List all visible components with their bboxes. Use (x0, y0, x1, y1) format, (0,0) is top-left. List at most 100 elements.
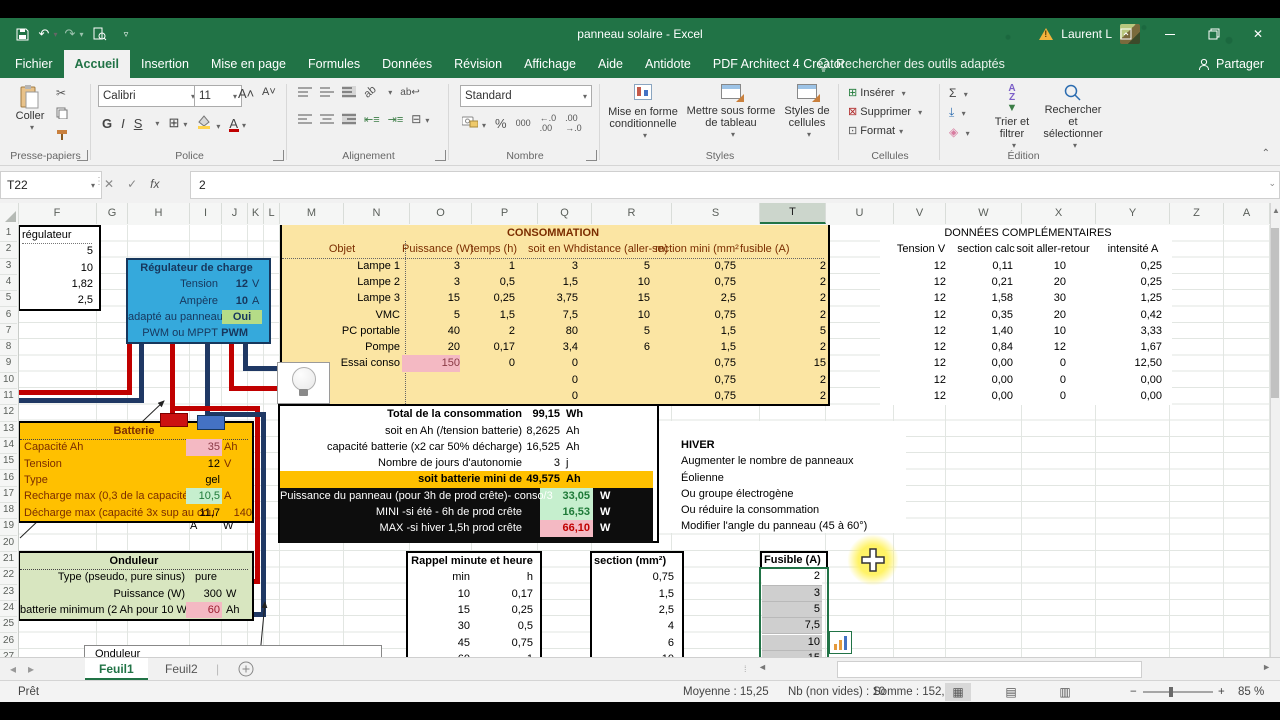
summary-unit[interactable]: W (600, 504, 630, 520)
number-format-select[interactable]: Standard▾ (460, 85, 592, 107)
consommation-header[interactable]: Objet (282, 241, 402, 257)
cut-icon[interactable]: ✂ (56, 86, 68, 100)
row-header-25[interactable]: 25 (0, 616, 17, 633)
section-cell[interactable]: 6 (592, 635, 674, 651)
column-header-G[interactable]: G (97, 203, 128, 224)
hiver-line[interactable]: Augmenter le nombre de panneaux (681, 453, 906, 469)
consommation-cell[interactable]: 0 (462, 355, 515, 371)
consommation-cell[interactable]: 1 (462, 258, 515, 274)
summary-unit[interactable]: W (600, 520, 630, 536)
rappel-h[interactable]: 0,25 (472, 602, 533, 618)
enter-icon[interactable]: ✓ (127, 177, 137, 191)
format-as-table-button[interactable]: Mettre sous forme de tableau▾ (685, 84, 777, 141)
ribbon-tab-révision[interactable]: Révision (443, 50, 513, 78)
new-sheet-button[interactable] (238, 658, 254, 680)
sheet-nav-right-icon[interactable]: ▸ (28, 658, 34, 680)
regulateur-label[interactable]: Ampère (128, 293, 218, 309)
onduleur-callout-label[interactable]: Onduleur (95, 646, 195, 657)
consommation-header[interactable]: temps (h) (462, 241, 517, 257)
font-color-icon[interactable]: A▾ (229, 116, 246, 131)
page-break-view-icon[interactable]: ▥ (1052, 683, 1078, 701)
consommation-header[interactable]: distance (aller- m) (580, 241, 652, 257)
donnees-cell[interactable]: 0 (1013, 388, 1066, 404)
scroll-up-icon[interactable]: ▲ (1272, 206, 1280, 215)
donnees-cell[interactable]: 20 (1013, 307, 1066, 323)
consommation-cell[interactable]: 40 (402, 323, 460, 339)
row-header-21[interactable]: 21 (0, 551, 17, 568)
tell-me-search[interactable]: Rechercher des outils adaptés (818, 50, 1005, 78)
column-header-Z[interactable]: Z (1170, 203, 1224, 224)
section-cell[interactable]: 0,75 (592, 569, 674, 585)
batterie-unit[interactable]: Ah (224, 439, 248, 455)
donnees-header[interactable]: Tension V (886, 241, 956, 257)
regulateur-value[interactable]: PWM (220, 325, 248, 341)
batterie-label[interactable]: Tension (24, 456, 204, 472)
hiver-line[interactable]: Ou groupe électrogène (681, 486, 906, 502)
donnees-cell[interactable]: 0,84 (946, 339, 1013, 355)
donnees-cell[interactable]: 12,50 (1066, 355, 1162, 371)
rappel-min[interactable]: 60 (408, 651, 470, 657)
regulateur-oui-cell[interactable]: Oui (222, 310, 262, 324)
align-right-icon[interactable] (342, 113, 356, 125)
consommation-title[interactable]: CONSOMMATION (282, 225, 824, 241)
column-header-F[interactable]: F (18, 203, 97, 224)
font-launcher-icon[interactable] (273, 150, 284, 161)
donnees-cell[interactable]: 12 (894, 290, 946, 306)
print-preview-icon[interactable] (92, 26, 108, 42)
onduleur-value[interactable]: pure (195, 569, 235, 585)
consommation-cell[interactable]: 3 (402, 274, 460, 290)
normal-view-icon[interactable]: ▦ (945, 683, 971, 701)
row-header-22[interactable]: 22 (0, 567, 17, 584)
regulateur-label[interactable]: adapté au panneau (128, 309, 218, 325)
align-left-icon[interactable] (298, 113, 312, 125)
row-header-26[interactable]: 26 (0, 633, 17, 650)
copy-icon[interactable] (56, 107, 68, 122)
column-header-S[interactable]: S (672, 203, 760, 224)
find-select-button[interactable]: Rechercher et sélectionner▾ (1043, 84, 1103, 152)
consommation-cell[interactable]: 3 (517, 258, 578, 274)
donnees-cell[interactable]: 12 (894, 355, 946, 371)
column-header-H[interactable]: H (128, 203, 190, 224)
summary-label[interactable]: Puissance du panneau (pour 3h de prod cr… (280, 488, 522, 504)
donnees-cell[interactable]: 3,33 (1066, 323, 1162, 339)
insert-function-icon[interactable]: fx (150, 177, 159, 191)
decrease-indent-icon[interactable]: ⇤≡ (364, 113, 380, 126)
rappel-h[interactable]: 0,5 (472, 618, 533, 634)
rappel-min[interactable]: 45 (408, 635, 470, 651)
percent-icon[interactable]: % (495, 116, 507, 131)
batterie-label[interactable]: Capacité Ah (24, 439, 204, 455)
section-cell[interactable]: 4 (592, 618, 674, 634)
row-header-24[interactable]: 24 (0, 600, 17, 617)
donnees-cell[interactable]: 0,00 (946, 372, 1013, 388)
consommation-cell[interactable]: 7,5 (517, 307, 578, 323)
zoom-in-icon[interactable]: + (1218, 681, 1225, 703)
save-icon[interactable] (14, 26, 30, 42)
consommation-cell[interactable]: 0,75 (652, 388, 736, 404)
donnees-header[interactable]: soit aller-retour (1010, 241, 1096, 257)
format-painter-icon[interactable] (56, 129, 68, 144)
column-header-M[interactable]: M (280, 203, 344, 224)
row-header-8[interactable]: 8 (0, 339, 17, 356)
rappel-h[interactable]: h (472, 569, 533, 585)
donnees-cell[interactable]: 0,25 (1066, 258, 1162, 274)
summary-value[interactable]: 8,2625 (526, 423, 560, 439)
page-layout-view-icon[interactable]: ▤ (998, 683, 1024, 701)
fusible-cell[interactable]: 3 (762, 586, 822, 602)
donnees-header[interactable]: intensité A (1098, 241, 1168, 257)
column-header-I[interactable]: I (190, 203, 222, 224)
consommation-cell[interactable]: 15 (580, 290, 650, 306)
hiver-line[interactable]: Modifier l'angle du panneau (45 à 60°) (681, 518, 906, 534)
row-header-3[interactable]: 3 (0, 258, 17, 275)
consommation-cell[interactable]: 10 (580, 274, 650, 290)
conditional-formatting-button[interactable]: Mise en forme conditionnelle▾ (603, 84, 683, 142)
underline-button[interactable]: S (134, 116, 143, 131)
column-header-O[interactable]: O (410, 203, 472, 224)
f-value[interactable]: 5 (22, 243, 93, 259)
align-bottom-icon[interactable] (342, 86, 356, 98)
customize-qat-icon[interactable]: ▿ (118, 26, 134, 42)
consommation-cell[interactable]: 2 (738, 274, 826, 290)
consommation-cell[interactable]: 0 (517, 388, 578, 404)
scroll-left-icon[interactable]: ◄ (758, 662, 767, 672)
column-header-Q[interactable]: Q (538, 203, 592, 224)
consommation-cell[interactable]: 1,5 (462, 307, 515, 323)
